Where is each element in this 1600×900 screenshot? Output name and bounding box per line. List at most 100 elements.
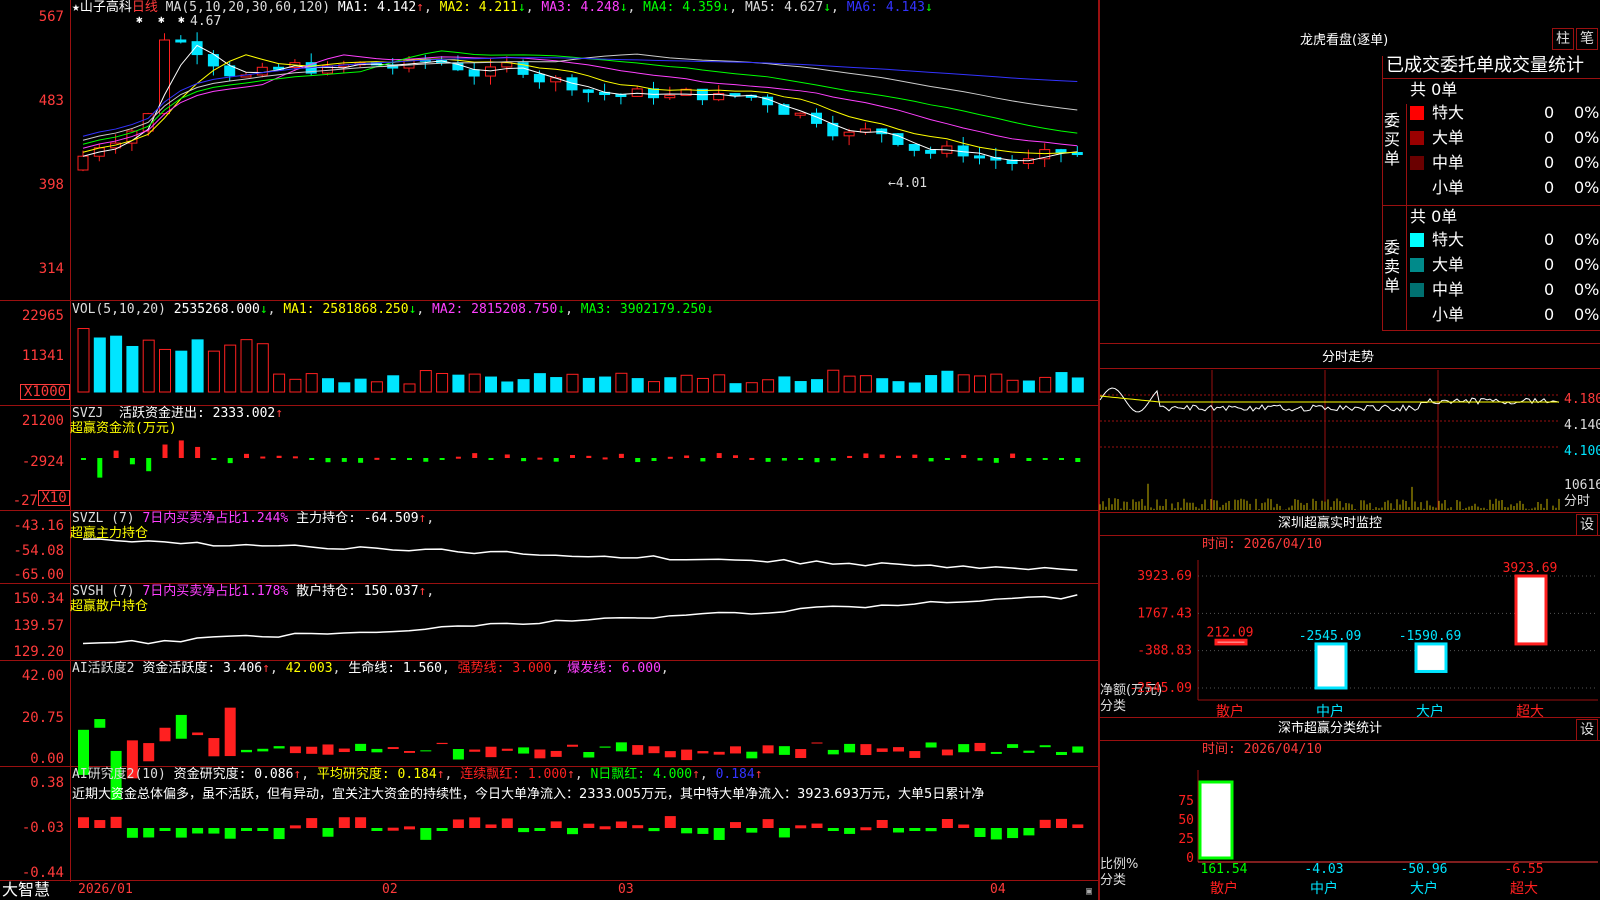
volume-bar — [925, 375, 938, 393]
fund-flow-bar — [944, 458, 950, 460]
volume-bar — [338, 382, 351, 393]
activity-bar — [958, 744, 970, 753]
research-bar — [94, 820, 106, 828]
activity-bar — [632, 745, 644, 755]
research-bar — [355, 817, 367, 828]
classify-category: 中户 — [1310, 880, 1338, 897]
research-bar — [159, 828, 171, 831]
volume-bar — [957, 374, 970, 393]
research-bar — [713, 828, 725, 840]
activity-bar — [192, 732, 204, 736]
research-bar — [175, 828, 187, 838]
activity-bar — [143, 743, 155, 762]
classify-y-label: 50 — [1178, 813, 1194, 828]
fund-flow-bar — [341, 458, 347, 462]
activity-bar — [990, 751, 1002, 754]
activity-bar — [289, 746, 301, 754]
fund-flow-bar — [912, 454, 918, 458]
activity-bar — [387, 747, 399, 750]
research-bar — [338, 817, 350, 828]
activity-bar — [730, 746, 741, 754]
volume-bar — [648, 381, 660, 393]
volume-bar — [631, 378, 644, 393]
fund-flow-bar — [178, 440, 184, 458]
volume-bar — [77, 328, 90, 393]
research-bar — [974, 828, 986, 837]
research-bar — [534, 828, 546, 831]
fund-flow-bar — [292, 456, 298, 459]
volume-bar — [436, 372, 449, 393]
volume-bar — [566, 373, 579, 393]
x-axis-label: 03 — [618, 882, 634, 897]
research-bar — [208, 828, 220, 834]
research-bar — [436, 828, 448, 831]
research-bar — [192, 828, 204, 834]
fund-flow-bar — [81, 458, 86, 460]
research-bar — [78, 817, 89, 828]
svzj-y-label: 21200 — [21, 413, 64, 429]
fund-flow-bar — [896, 455, 901, 458]
activity-bar — [469, 749, 481, 752]
classify-category: 大户 — [1410, 880, 1438, 897]
lock-icon[interactable]: ▣ — [1086, 884, 1092, 900]
fund-flow-bar — [667, 456, 673, 459]
activity-bar — [94, 719, 106, 728]
activity-bar — [322, 744, 334, 755]
fund-flow-bar — [129, 458, 135, 465]
volume-bar — [941, 370, 954, 393]
classify-chart[interactable]: 75 50 25 0 161.54 散户 -4.03 中户 -50.96 大户 -6.55 超大 — [1100, 0, 1600, 900]
activity-bar — [371, 748, 383, 753]
classify-bar-value: 161.54 — [1201, 862, 1248, 877]
fund-flow-bar — [276, 455, 282, 458]
research-bar — [909, 828, 921, 831]
volume-bar — [322, 378, 334, 393]
research-bar — [306, 818, 318, 828]
activity-bar — [306, 746, 318, 754]
volume-bar — [908, 382, 921, 393]
activity-bar — [713, 751, 725, 755]
chart-area[interactable]: ★山子高科日线 MA(5,10,20,30,60,120) MA1: 4.142… — [0, 0, 1100, 900]
volume-bar — [859, 375, 872, 393]
activity-bar — [534, 749, 546, 759]
research-bar — [567, 828, 578, 835]
fund-flow-bar — [521, 458, 527, 462]
volume-chart[interactable] — [0, 0, 1100, 900]
classify-category: 散户 — [1210, 880, 1238, 897]
research-bar — [827, 828, 839, 831]
volume-bar — [256, 343, 269, 393]
volume-bar — [517, 379, 530, 393]
fund-flow-bar — [488, 458, 494, 460]
volume-bar — [1071, 377, 1084, 393]
activity-bar — [681, 749, 693, 761]
volume-bar — [713, 374, 726, 393]
research-bar — [990, 828, 1002, 840]
research-bar — [371, 828, 383, 831]
volume-bar — [305, 373, 318, 393]
fund-flow-bar — [635, 458, 641, 463]
research-bar — [876, 819, 888, 828]
svzl-subtitle: 超赢主力持仓 — [70, 526, 149, 541]
classify-y-label: 0 — [1186, 851, 1194, 866]
research-bar — [1056, 818, 1067, 828]
svsh-y-label: 139.57 — [13, 618, 64, 634]
app-brand[interactable]: 大智慧 — [2, 880, 50, 900]
activity-bar — [338, 748, 350, 753]
fund-flow-bar — [162, 444, 168, 458]
volume-bar — [533, 373, 546, 393]
fund-flow-bar — [146, 458, 152, 472]
activity-bar — [1007, 744, 1019, 748]
fund-flow-bar — [863, 453, 869, 458]
activity-bar — [876, 748, 888, 752]
research-bar — [241, 828, 252, 831]
fund-flow-bar — [211, 458, 217, 460]
activity-bar — [567, 744, 578, 747]
activity-bar — [257, 748, 269, 752]
fund-flow-bar — [798, 458, 804, 460]
research-bar — [795, 825, 807, 829]
svzj-unit-label[interactable]: X10 — [38, 490, 70, 506]
classify-bar-value: -6.55 — [1504, 862, 1543, 877]
fund-flow-bar — [733, 455, 738, 458]
volume-bar — [1039, 376, 1052, 393]
fund-flow-bar — [553, 458, 559, 462]
volume-bar — [843, 375, 856, 393]
